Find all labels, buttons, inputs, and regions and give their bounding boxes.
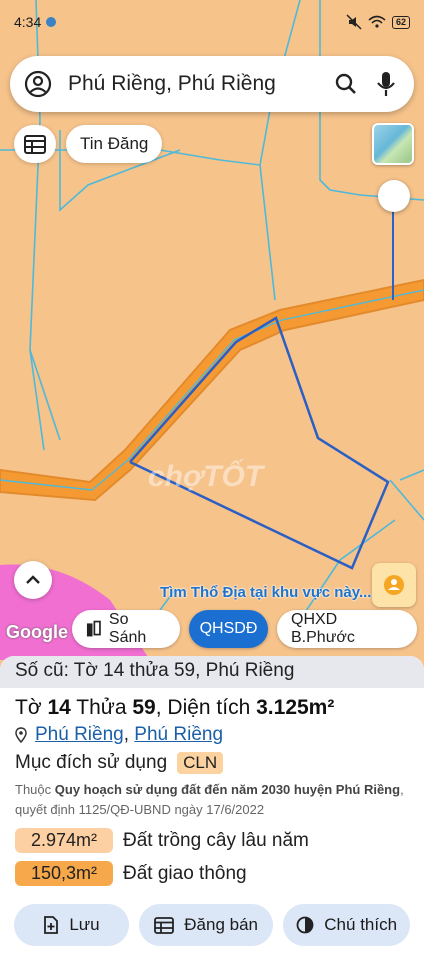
tab-qhxd[interactable]: QHXD B.Phước [277,610,417,648]
microphone-icon[interactable] [372,70,400,98]
area-size-tag: 150,3m² [15,861,113,886]
agent-locate-button[interactable] [372,563,416,607]
note-prefix: Thuộc [15,782,52,797]
selected-parcel [129,316,390,570]
district-link[interactable]: Phú Riềng [134,724,223,745]
action-bar: Lưu Đăng bán Chú thích [0,904,424,946]
calendar-icon [24,135,46,154]
status-bar: 4:34 62 [0,0,424,44]
contrast-icon [296,916,314,934]
area-row-2: 150,3m² Đất giao thông [0,861,424,886]
location-separator: , [123,724,130,745]
to-value: 14 [47,696,71,719]
thua-value: 59 [132,696,156,719]
tab-qhsdd-label: QHSDĐ [199,620,258,637]
mute-icon [346,14,362,30]
area-value: 3.125m² [256,696,335,719]
tab-qhxd-label: QHXD B.Phước [291,611,355,646]
thua-label: Thửa [76,696,127,719]
to-label: Tờ [15,696,42,719]
area-size-tag: 2.974m² [15,828,113,853]
purpose-code-badge: CLN [177,752,224,774]
find-agent-link[interactable]: Tìm Thổ Địa tại khu vực này... [160,584,371,601]
wifi-icon [368,15,386,28]
opacity-slider-track[interactable] [392,200,394,300]
save-label: Lưu [69,915,100,934]
search-bar[interactable]: Phú Riềng, Phú Riềng [10,56,414,112]
opacity-slider-knob[interactable] [378,180,410,212]
post-sale-button[interactable]: Đăng bán [138,904,274,946]
location-row: Phú Riềng, Phú Riềng [0,720,424,746]
account-icon[interactable] [24,70,52,98]
status-time: 4:34 [14,14,42,30]
watermark: chợTỐT [148,460,264,493]
google-logo: Google [6,622,68,642]
planning-note: Thuộc Quy hoạch sử dụng đất đến năm 2030… [0,774,424,820]
location-pin-icon [15,727,27,743]
tin-dang-button[interactable]: Tin Đăng [66,125,163,163]
tab-so-sanh-label: So Sánh [108,611,147,646]
calendar-icon [154,917,175,934]
person-pin-icon [384,575,404,595]
legend-label: Chú thích [324,915,398,934]
purpose-row: Mục đích sử dụng CLN [0,746,424,774]
save-doc-icon [44,916,59,934]
post-sale-label: Đăng bán [184,915,259,934]
area-type-label: Đất giao thông [123,862,247,884]
parcel-title: Tờ 14 Thửa 59, Diện tích 3.125m² [0,688,424,720]
area-row-1: 2.974m² Đất trồng cây lâu năm [0,828,424,853]
parcel-info-sheet: Số cũ: Tờ 14 thửa 59, Phú Riềng Tờ 14 Th… [0,656,424,960]
compare-icon [86,620,101,637]
area-label: , Diện tích [155,696,251,719]
old-parcel-number: Số cũ: Tờ 14 thửa 59, Phú Riềng [0,656,424,688]
commune-link[interactable]: Phú Riềng [35,724,124,745]
search-icon[interactable] [332,70,360,98]
battery-icon: 62 [391,15,410,29]
area-type-label: Đất trồng cây lâu năm [123,829,309,851]
app-notification-icon [46,17,57,27]
tab-so-sanh[interactable]: So Sánh [72,610,180,648]
note-plan-name: Quy hoạch sử dụng đất đến năm 2030 huyện… [54,782,401,797]
save-button[interactable]: Lưu [14,904,129,946]
status-icons: 62 [346,14,410,30]
calendar-button[interactable] [14,125,56,163]
tab-qhsdd[interactable]: QHSDĐ [189,610,268,648]
expand-up-button[interactable] [14,561,52,599]
chevron-up-icon [26,575,40,584]
satellite-layer-thumbnail[interactable] [372,123,414,165]
search-input[interactable]: Phú Riềng, Phú Riềng [68,72,332,96]
purpose-label: Mục đích sử dụng [15,752,168,773]
legend-button[interactable]: Chú thích [283,904,410,946]
